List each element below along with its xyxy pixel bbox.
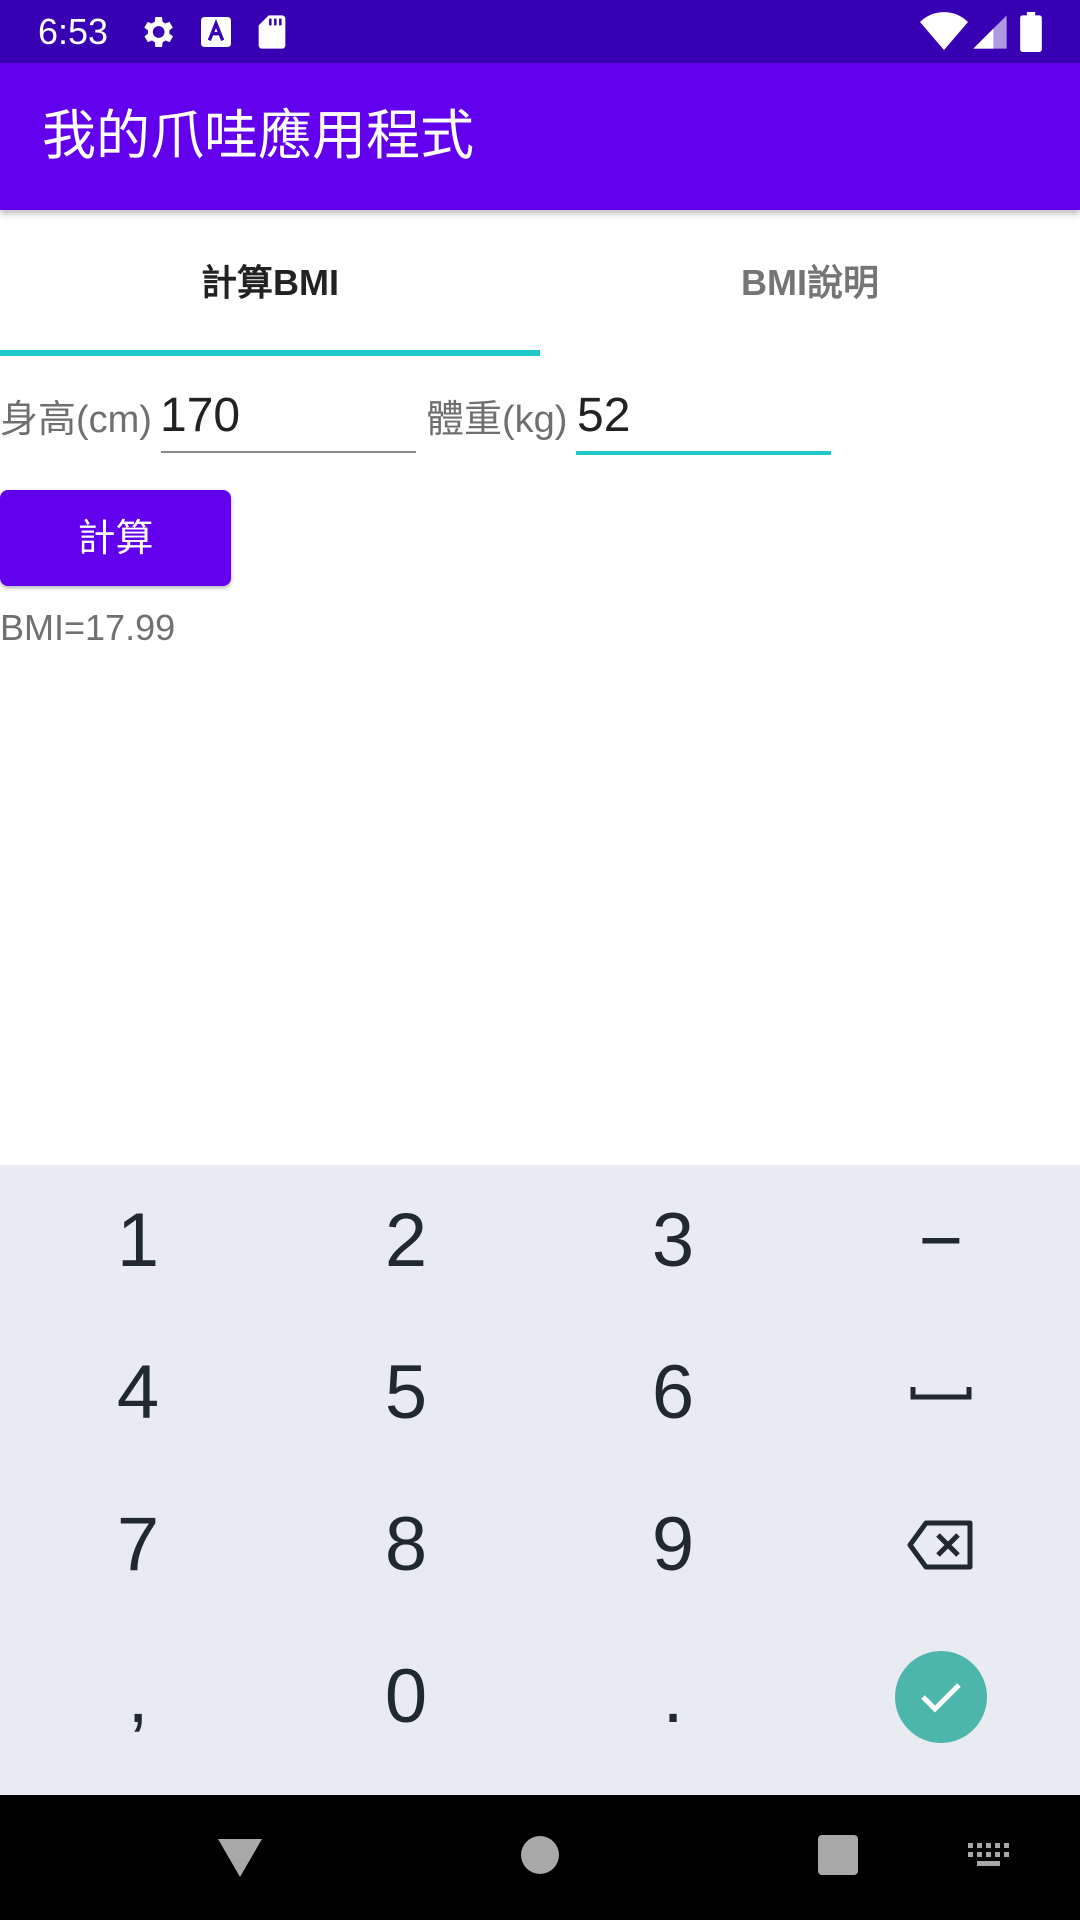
key-space[interactable] [806, 1317, 1076, 1469]
weight-label: 體重(kg) [426, 399, 568, 441]
back-icon[interactable] [216, 1837, 264, 1879]
key-period[interactable]: . [538, 1621, 808, 1773]
key-9[interactable]: 9 [538, 1469, 808, 1621]
key-0[interactable]: 0 [271, 1621, 541, 1773]
sd-card-icon [252, 12, 292, 52]
bmi-result: BMI=17.99 [0, 607, 176, 648]
height-label: 身高(cm) [0, 399, 152, 441]
key-comma[interactable]: , [3, 1621, 273, 1773]
key-5[interactable]: 5 [271, 1317, 541, 1469]
numeric-keyboard: 1 2 3 − 4 5 6 7 8 9 , 0 . [0, 1165, 1080, 1795]
tab-calculate-bmi[interactable]: 計算BMI [0, 210, 540, 356]
backspace-icon [907, 1520, 973, 1570]
home-icon[interactable] [520, 1835, 560, 1875]
key-backspace[interactable] [806, 1469, 1076, 1621]
status-bar: 6:53 [0, 0, 1080, 63]
space-icon [910, 1387, 972, 1400]
navigation-bar [0, 1795, 1080, 1920]
weight-input[interactable] [577, 386, 827, 446]
app-title: 我的爪哇應用程式 [42, 106, 474, 166]
key-enter[interactable] [806, 1621, 1076, 1773]
battery-icon [1016, 12, 1046, 53]
cell-signal-icon [970, 12, 1010, 52]
key-7[interactable]: 7 [3, 1469, 273, 1621]
app-bar: 我的爪哇應用程式 [0, 63, 1080, 210]
key-6[interactable]: 6 [538, 1317, 808, 1469]
status-time: 6:53 [38, 11, 109, 52]
key-2[interactable]: 2 [271, 1165, 541, 1317]
key-3[interactable]: 3 [538, 1165, 808, 1317]
keyboard-switch-icon[interactable] [968, 1843, 1010, 1869]
height-input[interactable] [160, 386, 410, 446]
tab-bmi-description[interactable]: BMI說明 [540, 210, 1080, 356]
key-minus[interactable]: − [806, 1165, 1076, 1317]
enter-check-icon [921, 1683, 961, 1713]
weight-underline [576, 451, 831, 455]
settings-icon [137, 12, 177, 52]
height-underline [161, 451, 416, 453]
calculate-button[interactable]: 計算 [0, 490, 231, 586]
key-1[interactable]: 1 [3, 1165, 273, 1317]
key-4[interactable]: 4 [3, 1317, 273, 1469]
text-a-icon [196, 12, 236, 52]
key-8[interactable]: 8 [271, 1469, 541, 1621]
recents-icon[interactable] [818, 1835, 858, 1875]
wifi-icon [920, 12, 968, 52]
tab-indicator [0, 350, 540, 356]
